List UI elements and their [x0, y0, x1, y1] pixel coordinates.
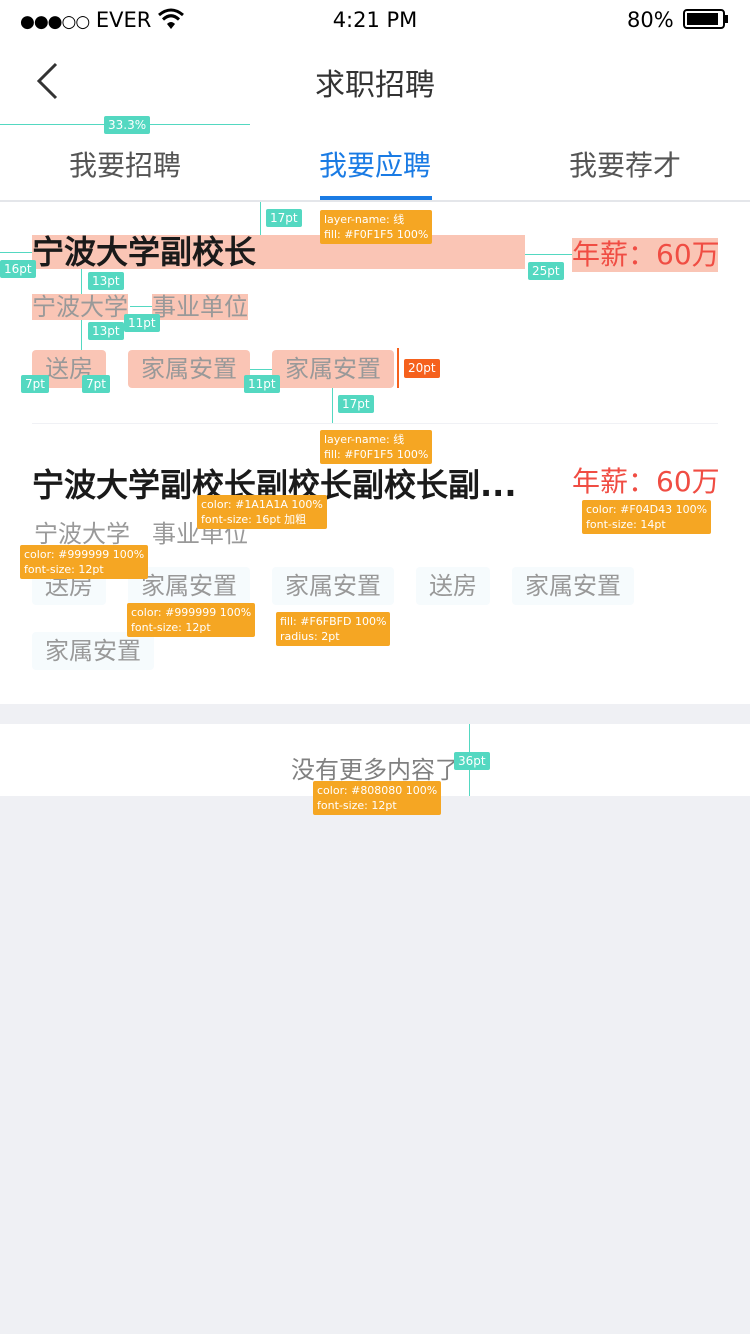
dimension-label: 11pt — [124, 314, 160, 332]
spec-note-salary: color: #F04D43 100% font-size: 14pt — [582, 500, 712, 534]
job-tag: 家属安置 — [512, 567, 634, 605]
dimension-line — [81, 320, 82, 350]
page-title: 求职招聘 — [315, 68, 435, 103]
job-org-type: 事业单位 — [152, 293, 248, 321]
dimension-label: 36pt — [454, 752, 490, 770]
dimension-line — [260, 202, 261, 235]
dimension-label: 20pt — [404, 359, 440, 378]
job-tag: 送房 — [416, 567, 490, 605]
battery-label: 80% — [627, 8, 674, 32]
job-tag: 家属安置 — [272, 350, 394, 388]
item-divider — [32, 423, 718, 424]
tab-recommend[interactable]: 我要荐才 — [500, 144, 750, 184]
tab-recruit[interactable]: 我要招聘 — [0, 144, 250, 184]
dimension-label: 7pt — [21, 375, 49, 393]
dimension-label: 17pt — [266, 209, 302, 227]
dimension-label: 13pt — [88, 272, 124, 290]
dimension-line — [0, 252, 32, 253]
tab-apply[interactable]: 我要应聘 — [250, 144, 500, 184]
dimension-label: 11pt — [244, 375, 280, 393]
job-tag: 家属安置 — [128, 350, 250, 388]
job-salary: 年薪：60万 — [572, 465, 720, 498]
dimension-label: 25pt — [528, 262, 564, 280]
job-org: 宁波大学 — [32, 293, 128, 321]
spec-note-divider: layer-name: 线 fill: #F0F1F5 100% — [320, 210, 433, 244]
job-tag: 家属安置 — [32, 632, 154, 670]
dimension-line — [130, 306, 152, 307]
dimension-line — [397, 348, 399, 388]
job-title: 宁波大学副校长 — [32, 235, 525, 269]
spec-note-tag-fill: fill: #F6FBFD 100% radius: 2pt — [276, 612, 391, 646]
dimension-line — [525, 254, 572, 255]
spec-note-meta: color: #999999 100% font-size: 12pt — [20, 545, 149, 579]
dimension-line — [81, 269, 82, 294]
job-salary: 年薪：60万 — [572, 238, 720, 272]
status-battery-group: 80% — [627, 8, 729, 34]
spec-note-title: color: #1A1A1A 100% font-size: 16pt 加粗 — [197, 495, 327, 529]
tab-bar: 我要招聘 我要应聘 我要荐才 — [0, 126, 750, 200]
spec-note-divider: layer-name: 线 fill: #F0F1F5 100% — [320, 430, 433, 464]
dimension-label: 7pt — [82, 375, 110, 393]
dimension-label: 13pt — [88, 322, 124, 340]
spec-note-tag-text: color: #999999 100% font-size: 12pt — [127, 603, 256, 637]
job-org: 宁波大学 — [34, 520, 130, 548]
dimension-label: 17pt — [338, 395, 374, 413]
job-tag: 家属安置 — [272, 567, 394, 605]
dimension-label: 33.3% — [104, 116, 151, 134]
battery-icon — [683, 9, 729, 34]
spec-note-footer: color: #808080 100% font-size: 12pt — [313, 781, 442, 815]
no-more-text: 没有更多内容了 — [291, 756, 459, 784]
dimension-line — [332, 388, 333, 423]
dimension-label: 16pt — [0, 260, 36, 278]
dimension-line — [250, 369, 272, 370]
